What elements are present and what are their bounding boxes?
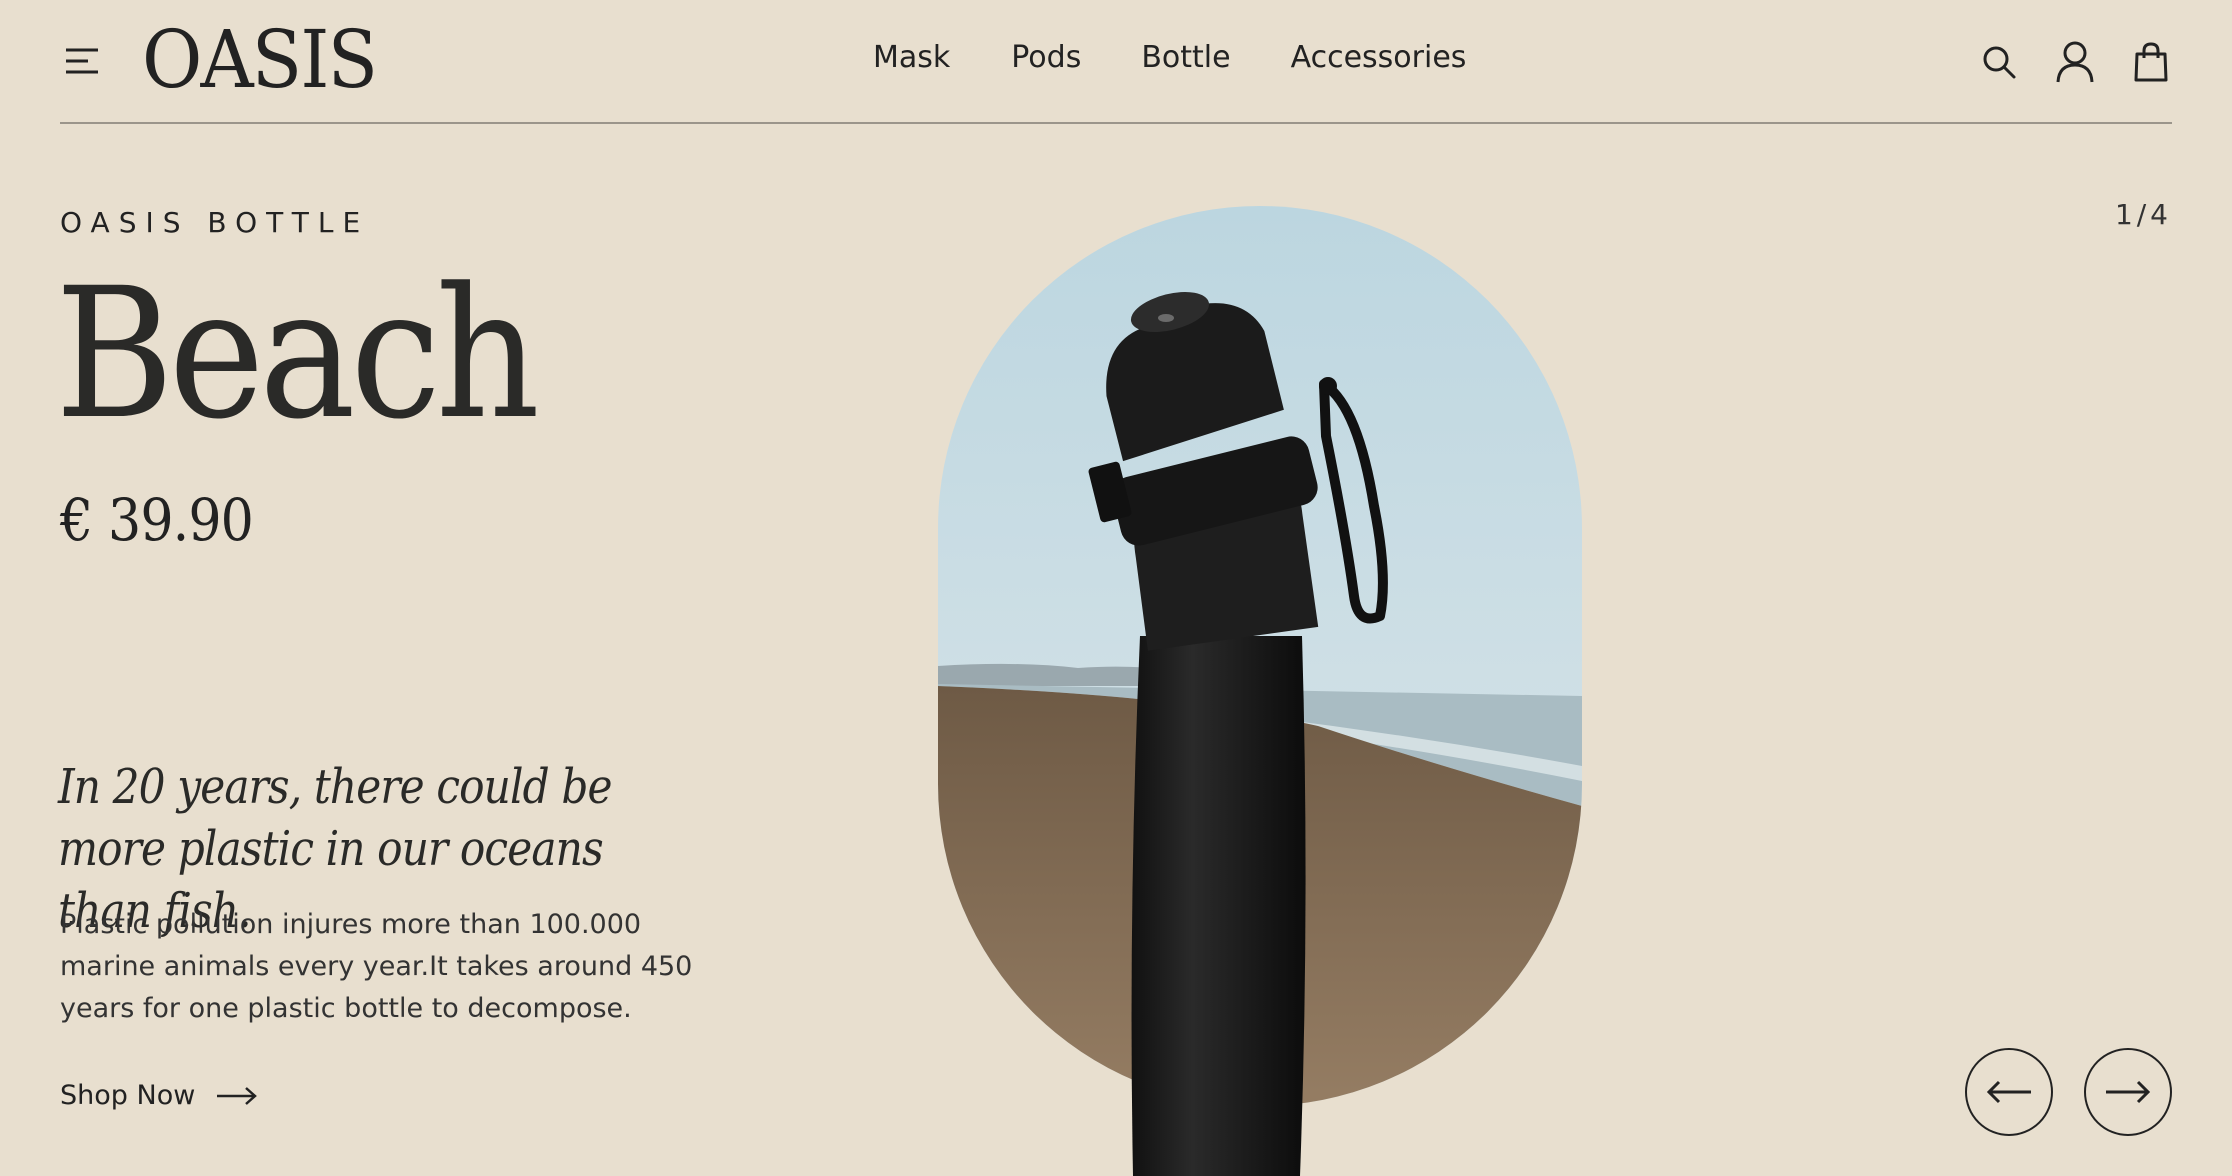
product-price: € 39.90 — [60, 486, 254, 554]
next-slide-button[interactable] — [2084, 1048, 2172, 1136]
account-button[interactable] — [2054, 40, 2096, 84]
shop-now-label: Shop Now — [60, 1080, 196, 1111]
header-actions — [1978, 40, 2172, 84]
menu-button[interactable] — [64, 46, 102, 78]
product-title: Beach — [55, 250, 540, 459]
hero-description: Plastic pollution injures more than 100.… — [60, 909, 693, 1024]
brand-logo[interactable]: OASIS — [142, 10, 378, 110]
arrow-left-icon — [1986, 1080, 2031, 1104]
previous-slide-button[interactable] — [1965, 1048, 2053, 1136]
main-nav: Mask Pods Bottle Accessories — [873, 40, 1466, 75]
arrow-right-icon — [2106, 1080, 2151, 1104]
nav-item-mask[interactable]: Mask — [873, 40, 950, 75]
cart-button[interactable] — [2130, 40, 2172, 84]
nav-item-bottle[interactable]: Bottle — [1141, 40, 1230, 75]
arrow-right-icon — [217, 1086, 258, 1105]
nav-item-accessories[interactable]: Accessories — [1291, 40, 1467, 75]
nav-item-pods[interactable]: Pods — [1011, 40, 1081, 75]
slide-counter: 1/4 — [2114, 198, 2172, 231]
bag-icon — [2134, 42, 2168, 82]
search-button[interactable] — [1978, 40, 2020, 84]
product-image — [938, 206, 1582, 1176]
menu-icon — [66, 48, 98, 74]
user-icon — [2056, 41, 2094, 83]
search-icon — [1983, 46, 2016, 79]
shop-now-link[interactable]: Shop Now — [60, 1080, 259, 1111]
product-category: OASIS BOTTLE — [60, 206, 370, 239]
site-header: OASIS Mask Pods Bottle Accessories — [60, 0, 2172, 124]
